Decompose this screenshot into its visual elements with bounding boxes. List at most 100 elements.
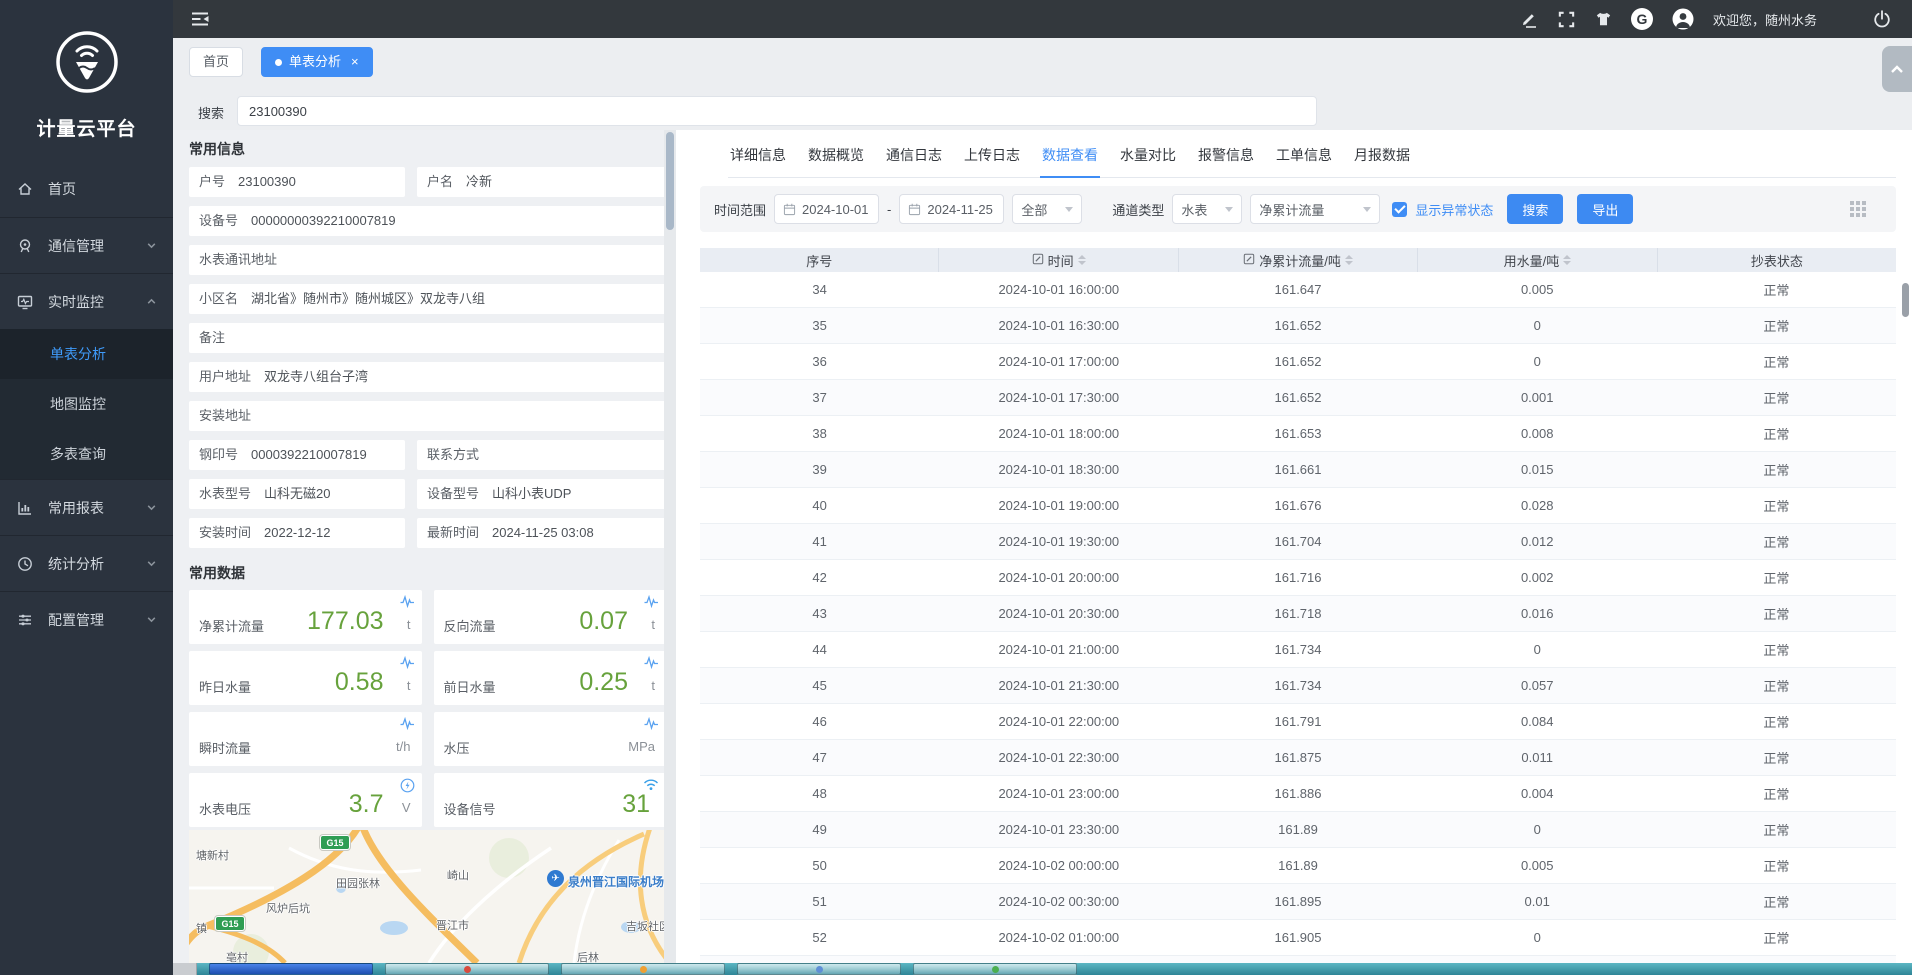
taskbar-window-button[interactable] [913,963,1077,975]
table-row[interactable]: 342024-10-01 16:00:00161.6470.005正常 [700,272,1896,308]
sidebar-item-配置管理[interactable]: 配置管理 [0,591,173,647]
abnormal-status-label[interactable]: 显示异常状态 [1415,200,1493,219]
airport-icon[interactable]: ✈ [547,870,564,887]
field-value: 0000392210007819 [251,447,367,462]
detail-tab-月报数据[interactable]: 月报数据 [1352,138,1412,177]
taskbar-quicklaunch[interactable] [173,963,197,975]
sort-carets-icon[interactable] [1345,255,1353,265]
avatar[interactable] [1671,7,1695,31]
detail-tab-数据查看[interactable]: 数据查看 [1040,138,1100,178]
table-row[interactable]: 382024-10-01 18:00:00161.6530.008正常 [700,416,1896,452]
sidebar-item-常用报表[interactable]: 常用报表 [0,479,173,535]
detail-tab-数据概览[interactable]: 数据概览 [806,138,866,177]
detail-tab-水量对比[interactable]: 水量对比 [1118,138,1178,177]
sidebar-item-label: 实时监控 [48,292,104,312]
taskbar-window-button[interactable] [561,963,725,975]
field-安装时间: 安装时间2022-12-12 [189,518,405,548]
table-row[interactable]: 452024-10-01 21:30:00161.7340.057正常 [700,668,1896,704]
table-cell: 2024-10-01 21:30:00 [939,678,1178,693]
table-row[interactable]: 532024-10-02 01:30:00161.9050正常 [700,956,1896,963]
theme-shirt-icon[interactable] [1594,10,1613,29]
detail-tab-上传日志[interactable]: 上传日志 [962,138,1022,177]
g-badge-icon[interactable]: G [1631,8,1653,30]
pulse-icon [400,595,415,608]
table-row[interactable]: 462024-10-01 22:00:00161.7910.084正常 [700,704,1896,740]
voltage-icon [400,778,415,793]
sidebar-subitem-多表查询[interactable]: 多表查询 [0,429,173,479]
scroll-top-button[interactable] [1882,46,1912,92]
detail-tab-工单信息[interactable]: 工单信息 [1274,138,1334,177]
table-row[interactable]: 472024-10-01 22:30:00161.8750.011正常 [700,740,1896,776]
metric-select[interactable]: 净累计流量 [1250,194,1380,224]
table-cell: 2024-10-01 17:00:00 [939,354,1178,369]
taskbar-app-icon [640,966,647,973]
column-header-净累计流量/吨[interactable]: 净累计流量/吨 [1179,248,1418,272]
fullscreen-icon[interactable] [1557,10,1576,29]
sort-carets-icon[interactable] [1078,255,1086,265]
clock-icon [16,555,36,573]
table-row[interactable]: 522024-10-02 01:00:00161.9050正常 [700,920,1896,956]
search-button[interactable]: 搜索 [1507,194,1563,224]
taskbar-window-button[interactable] [209,963,373,975]
table-row[interactable]: 392024-10-01 18:30:00161.6610.015正常 [700,452,1896,488]
column-header-序号: 序号 [700,248,939,272]
date-to-picker[interactable]: 2024-11-25 [899,194,1004,224]
stat-value: 0.07 [579,607,628,636]
table-row[interactable]: 422024-10-01 20:00:00161.7160.002正常 [700,560,1896,596]
column-header-时间[interactable]: 时间 [939,248,1178,272]
table-row[interactable]: 412024-10-01 19:30:00161.7040.012正常 [700,524,1896,560]
taskbar-window-button[interactable] [737,963,901,975]
sidebar-item-通信管理[interactable]: 通信管理 [0,217,173,273]
sort-carets-icon[interactable] [1563,255,1571,265]
table-row[interactable]: 492024-10-01 23:30:00161.890正常 [700,812,1896,848]
collapse-sidebar-icon[interactable] [189,9,211,29]
table-scrollbar-thumb[interactable] [1902,283,1909,317]
left-panel-scrollbar-thumb[interactable] [666,132,674,230]
tab-single-meter-analysis[interactable]: 单表分析 × [261,47,373,77]
column-header-用水量/吨[interactable]: 用水量/吨 [1418,248,1657,272]
date-from-picker[interactable]: 2024-10-01 [774,194,879,224]
table-row[interactable]: 362024-10-01 17:00:00161.6520正常 [700,344,1896,380]
table-row[interactable]: 502024-10-02 00:00:00161.890.005正常 [700,848,1896,884]
topbar-actions: G 欢迎您，随州水务 [1519,0,1817,38]
detail-tab-报警信息[interactable]: 报警信息 [1196,138,1256,177]
detail-tab-通信日志[interactable]: 通信日志 [884,138,944,177]
table-row[interactable]: 372024-10-01 17:30:00161.6520.001正常 [700,380,1896,416]
stat-value: 177.03 [307,607,383,636]
meter-info-panel: 常用信息 户号23100390户名冷新设备号000000003922100078… [173,130,676,963]
table-row[interactable]: 432024-10-01 20:30:00161.7180.016正常 [700,596,1896,632]
field-户号: 户号23100390 [189,167,405,197]
table-cell: 161.652 [1178,354,1417,369]
table-row[interactable]: 442024-10-01 21:00:00161.7340正常 [700,632,1896,668]
sidebar-item-首页[interactable]: 首页 [0,161,173,217]
column-label: 序号 [806,251,832,270]
table-row[interactable]: 352024-10-01 16:30:00161.6520正常 [700,308,1896,344]
location-map[interactable]: ✈ 泉州晋江国际机场 G15 G15 塘新村田园张林崎山风炉后坑镇晋江市吉坂社区… [189,830,666,963]
table-cell: 2024-10-01 21:00:00 [939,642,1178,657]
abnormal-status-checkbox[interactable] [1392,202,1407,217]
granularity-select[interactable]: 全部 [1012,194,1082,224]
sidebar-subitem-label: 地图监控 [50,394,106,414]
signature-edit-icon[interactable] [1519,9,1539,29]
pulse-icon [400,656,415,669]
stat-card-水表电压: 水表电压3.7V [189,773,422,827]
table-row[interactable]: 512024-10-02 00:30:00161.8950.01正常 [700,884,1896,920]
search-input[interactable] [237,96,1317,126]
table-row[interactable]: 402024-10-01 19:00:00161.6760.028正常 [700,488,1896,524]
table-cell: 161.89 [1178,858,1417,873]
detail-tab-详细信息[interactable]: 详细信息 [728,138,788,177]
column-settings-grid-icon[interactable] [1850,201,1866,217]
taskbar-window-button[interactable] [385,963,549,975]
tab-home[interactable]: 首页 [189,47,243,77]
close-tab-icon[interactable]: × [351,48,359,76]
sidebar-item-实时监控[interactable]: 实时监控 [0,273,173,329]
sidebar-subitem-地图监控[interactable]: 地图监控 [0,379,173,429]
logout-power-icon[interactable] [1872,9,1892,29]
table-row[interactable]: 482024-10-01 23:00:00161.8860.004正常 [700,776,1896,812]
sidebar-subitem-单表分析[interactable]: 单表分析 [0,329,173,379]
channel-select[interactable]: 水表 [1172,194,1242,224]
sidebar-item-统计分析[interactable]: 统计分析 [0,535,173,591]
export-button[interactable]: 导出 [1577,194,1633,224]
app-title: 计量云平台 [0,114,173,141]
left-panel-scrollbar[interactable] [664,130,676,963]
